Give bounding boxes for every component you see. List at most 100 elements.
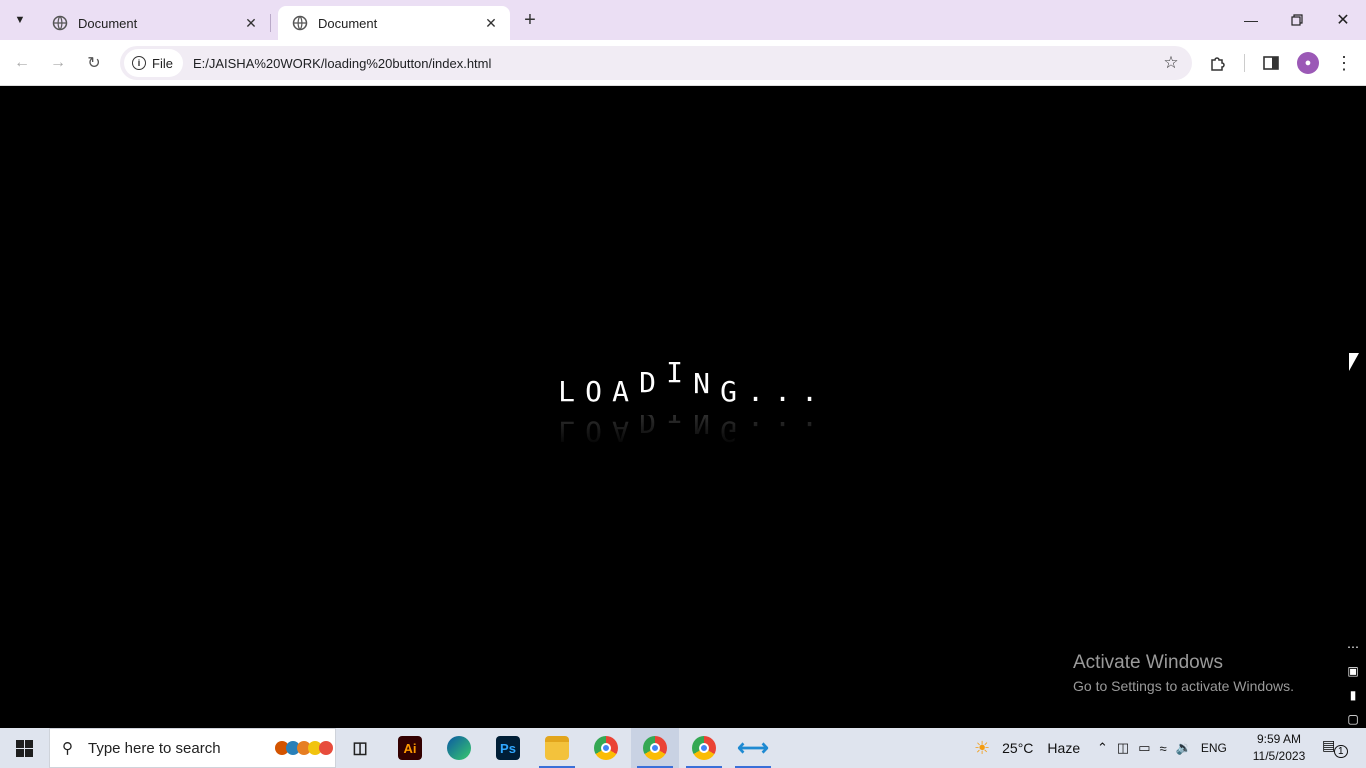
wifi-icon[interactable]: ≈ — [1160, 741, 1167, 756]
loading-letter: L — [558, 375, 575, 408]
activate-windows-watermark: Activate Windows Go to Settings to activ… — [1073, 652, 1294, 694]
task-view-button[interactable]: ◫ — [336, 728, 384, 768]
loading-letter: . — [747, 375, 764, 408]
minimize-button[interactable]: — — [1228, 0, 1274, 40]
chrome-app[interactable] — [582, 728, 630, 768]
loading-letter: G — [720, 375, 737, 408]
folder-icon — [545, 736, 569, 760]
toolbar-separator — [1244, 54, 1245, 72]
tab-document-1[interactable]: Document ✕ — [38, 6, 270, 40]
reload-button[interactable]: ↻ — [81, 50, 107, 76]
tab-title: Document — [318, 15, 378, 31]
search-highlight-icon — [275, 741, 333, 755]
loading-letter: O — [585, 375, 602, 408]
info-icon: i — [132, 56, 146, 70]
more-options-icon[interactable]: ⋯ — [1347, 640, 1359, 654]
side-panel-icon[interactable] — [1260, 52, 1282, 74]
site-info-chip[interactable]: i File — [124, 49, 183, 77]
volume-icon[interactable]: 🔉 — [1176, 740, 1192, 756]
page-content: L O A D I N G . . . L O A D I N G . . . … — [0, 87, 1366, 728]
loading-letter: . — [801, 375, 818, 408]
loading-letter: D — [639, 366, 656, 399]
loading-letter: . — [774, 375, 791, 408]
loading-letter: A — [612, 375, 629, 408]
reflection-letter: L — [558, 415, 575, 448]
chrome-profile-2-app[interactable] — [680, 728, 728, 768]
close-window-button[interactable]: ✕ — [1320, 0, 1366, 40]
chrome-icon — [594, 736, 618, 760]
reflection-letter: A — [612, 415, 629, 448]
taskbar-clock[interactable]: 9:59 AM 11/5/2023 — [1248, 731, 1310, 765]
loading-reflection: L O A D I N G . . . — [553, 396, 823, 448]
clock-time: 9:59 AM — [1256, 732, 1302, 746]
reflection-letter: . — [774, 415, 791, 448]
system-tray: ⌃ ◫ ▭ ≈ 🔉 ENG — [1097, 728, 1227, 768]
vscode-icon: ⟷ — [737, 735, 769, 760]
chrome-profile-app[interactable] — [631, 728, 679, 768]
windows-logo-icon — [15, 739, 33, 757]
weather-temperature: 25°C — [1002, 740, 1034, 756]
clock-date: 11/5/2023 — [1252, 749, 1306, 763]
close-tab-icon[interactable]: ✕ — [482, 14, 500, 32]
watermark-subtitle: Go to Settings to activate Windows. — [1073, 678, 1294, 694]
reflection-letter: O — [585, 415, 602, 448]
menu-kebab-icon[interactable]: ⋮ — [1333, 52, 1355, 74]
camera-icon[interactable]: ▣ — [1347, 664, 1358, 678]
task-view-icon: ◫ — [352, 740, 368, 757]
restore-button[interactable] — [1274, 0, 1320, 40]
reflection-letter: . — [801, 415, 818, 448]
url-text[interactable]: E:/JAISHA%20WORK/loading%20button/index.… — [193, 56, 1156, 71]
search-icon: ⚲ — [62, 740, 73, 757]
tab-document-2[interactable]: Document ✕ — [278, 6, 510, 40]
taskbar: ⚲ Type here to search ◫ Ai Ps ⟷ ☀ 25°C H… — [0, 728, 1366, 768]
video-icon[interactable]: ▮ — [1350, 688, 1357, 702]
restore-icon — [1291, 14, 1303, 26]
meet-now-icon[interactable]: ◫ — [1117, 740, 1129, 756]
capture-toolbar: ⋯ ▣ ▮ ▢ — [1340, 640, 1366, 726]
photoshop-app[interactable]: Ps — [484, 728, 532, 768]
new-tab-button[interactable]: + — [518, 8, 542, 32]
taskbar-search-box[interactable]: ⚲ Type here to search — [49, 728, 336, 768]
reflection-letter: N — [693, 407, 710, 440]
tab-search-dropdown-icon[interactable]: ▼ — [8, 8, 32, 32]
address-bar[interactable]: i File E:/JAISHA%20WORK/loading%20button… — [120, 46, 1192, 80]
search-placeholder: Type here to search — [88, 739, 221, 757]
language-indicator[interactable]: ENG — [1201, 741, 1227, 755]
loading-letter: I — [666, 356, 683, 389]
back-button[interactable]: ← — [9, 50, 35, 76]
start-button[interactable] — [0, 728, 48, 768]
weather-haze-icon: ☀ — [974, 737, 991, 758]
show-hidden-icons-icon[interactable]: ⌃ — [1097, 740, 1108, 756]
extensions-icon[interactable] — [1207, 52, 1229, 74]
illustrator-app[interactable]: Ai — [386, 728, 434, 768]
forward-button[interactable]: → — [45, 50, 71, 76]
weather-widget[interactable]: ☀ 25°C Haze — [974, 728, 1080, 768]
chrome-profile-2-icon — [692, 736, 716, 760]
chrome-profile-icon — [643, 736, 667, 760]
globe-icon — [52, 15, 68, 31]
browser-toolbar: ← → ↻ i File E:/JAISHA%20WORK/loading%20… — [0, 40, 1366, 86]
tab-divider — [270, 14, 271, 32]
tab-strip: ▼ Document ✕ Document ✕ + — ✕ — [0, 0, 1366, 40]
watermark-title: Activate Windows — [1073, 652, 1223, 673]
tab-title: Document — [78, 15, 138, 31]
notification-count: 1 — [1334, 745, 1348, 758]
close-tab-icon[interactable]: ✕ — [242, 14, 260, 32]
edge-app[interactable] — [435, 728, 483, 768]
loading-text: L O A D I N G . . . — [553, 356, 823, 408]
vscode-app[interactable]: ⟷ — [729, 728, 777, 768]
reflection-letter: G — [720, 415, 737, 448]
window-icon[interactable]: ▢ — [1347, 712, 1358, 726]
globe-icon — [292, 15, 308, 31]
reflection-letter: D — [639, 406, 656, 439]
battery-icon[interactable]: ▭ — [1138, 740, 1150, 756]
edge-icon — [447, 736, 471, 760]
bookmark-star-icon[interactable]: ☆ — [1156, 53, 1186, 73]
notification-center-button[interactable]: ▤ 1 — [1322, 737, 1348, 759]
profile-avatar-icon[interactable]: ● — [1297, 52, 1319, 74]
weather-condition: Haze — [1047, 740, 1081, 756]
file-explorer-app[interactable] — [533, 728, 581, 768]
site-chip-label: File — [152, 55, 173, 71]
reflection-letter: . — [747, 415, 764, 448]
illustrator-icon: Ai — [398, 736, 422, 760]
